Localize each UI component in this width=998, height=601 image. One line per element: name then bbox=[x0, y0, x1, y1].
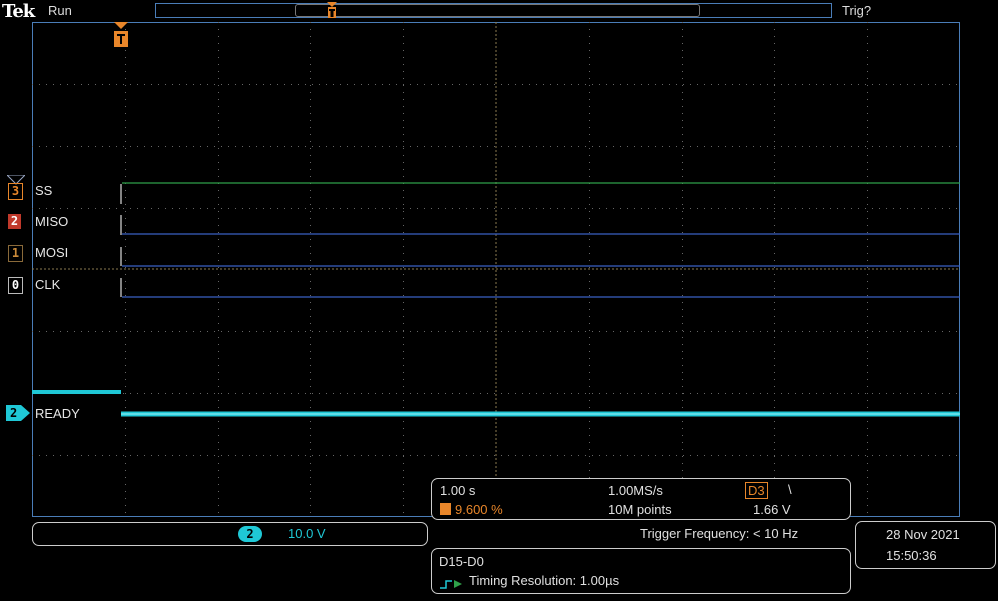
trigger-position-marker-icon bbox=[440, 503, 451, 515]
ready-channel-label: READY bbox=[35, 406, 80, 421]
sample-rate-value: 1.00MS/s bbox=[608, 483, 663, 498]
waveform-graticule[interactable] bbox=[32, 22, 960, 517]
channel-1-label: MOSI bbox=[35, 245, 69, 260]
channel-0-label: CLK bbox=[35, 277, 61, 292]
channel-3-label: SS bbox=[35, 183, 53, 198]
time-value: 15:50:36 bbox=[886, 548, 937, 563]
scale-channel-num: 2 bbox=[238, 526, 262, 542]
date-value: 28 Nov 2021 bbox=[886, 527, 960, 542]
timing-resolution: Timing Resolution: 1.00µs bbox=[469, 573, 620, 588]
tek-logo: Tek bbox=[2, 1, 35, 22]
channel-scale-badge[interactable]: 2 10.0 V bbox=[32, 522, 428, 546]
record-length-value: 10M points bbox=[608, 502, 672, 517]
trigger-source-badge: D3 bbox=[745, 482, 768, 499]
trigger-status: Trig? bbox=[842, 3, 872, 18]
trigger-level-value: 1.66 V bbox=[753, 502, 791, 517]
trigger-position-value: 9.600 % bbox=[455, 502, 503, 517]
ready-channel-badge[interactable]: 2 bbox=[6, 405, 30, 421]
scale-value: 10.0 V bbox=[288, 526, 326, 541]
channel-2-badge[interactable]: 2 bbox=[8, 214, 21, 229]
channel-0-badge[interactable]: 0 bbox=[8, 277, 23, 294]
channel-2-label: MISO bbox=[35, 214, 69, 229]
bus-badge[interactable]: D15-D0 Timing Resolution: 1.00µs bbox=[431, 548, 851, 594]
horizontal-trigger-badge[interactable]: 1.00 s 1.00MS/s D3 \ 9.600 % 10M points … bbox=[431, 478, 851, 520]
trigger-position-icon[interactable] bbox=[114, 22, 128, 48]
bus-name: D15-D0 bbox=[439, 554, 484, 569]
record-view-window[interactable] bbox=[295, 4, 700, 17]
ready-channel-num: 2 bbox=[10, 406, 18, 420]
datetime-badge[interactable]: 28 Nov 2021 15:50:36 bbox=[855, 521, 996, 569]
trigger-slope-icon: \ bbox=[788, 482, 792, 497]
timing-resolution-icon bbox=[440, 575, 464, 589]
channel-1-badge[interactable]: 1 bbox=[8, 245, 23, 262]
channel-3-badge[interactable]: 3 bbox=[8, 183, 23, 200]
timebase-value: 1.00 s bbox=[440, 483, 476, 498]
trigger-frequency: Trigger Frequency: < 10 Hz bbox=[640, 526, 799, 541]
digital-group-icon bbox=[5, 170, 27, 185]
acquisition-state[interactable]: Run bbox=[48, 3, 72, 18]
record-trigger-marker-icon bbox=[327, 2, 337, 19]
